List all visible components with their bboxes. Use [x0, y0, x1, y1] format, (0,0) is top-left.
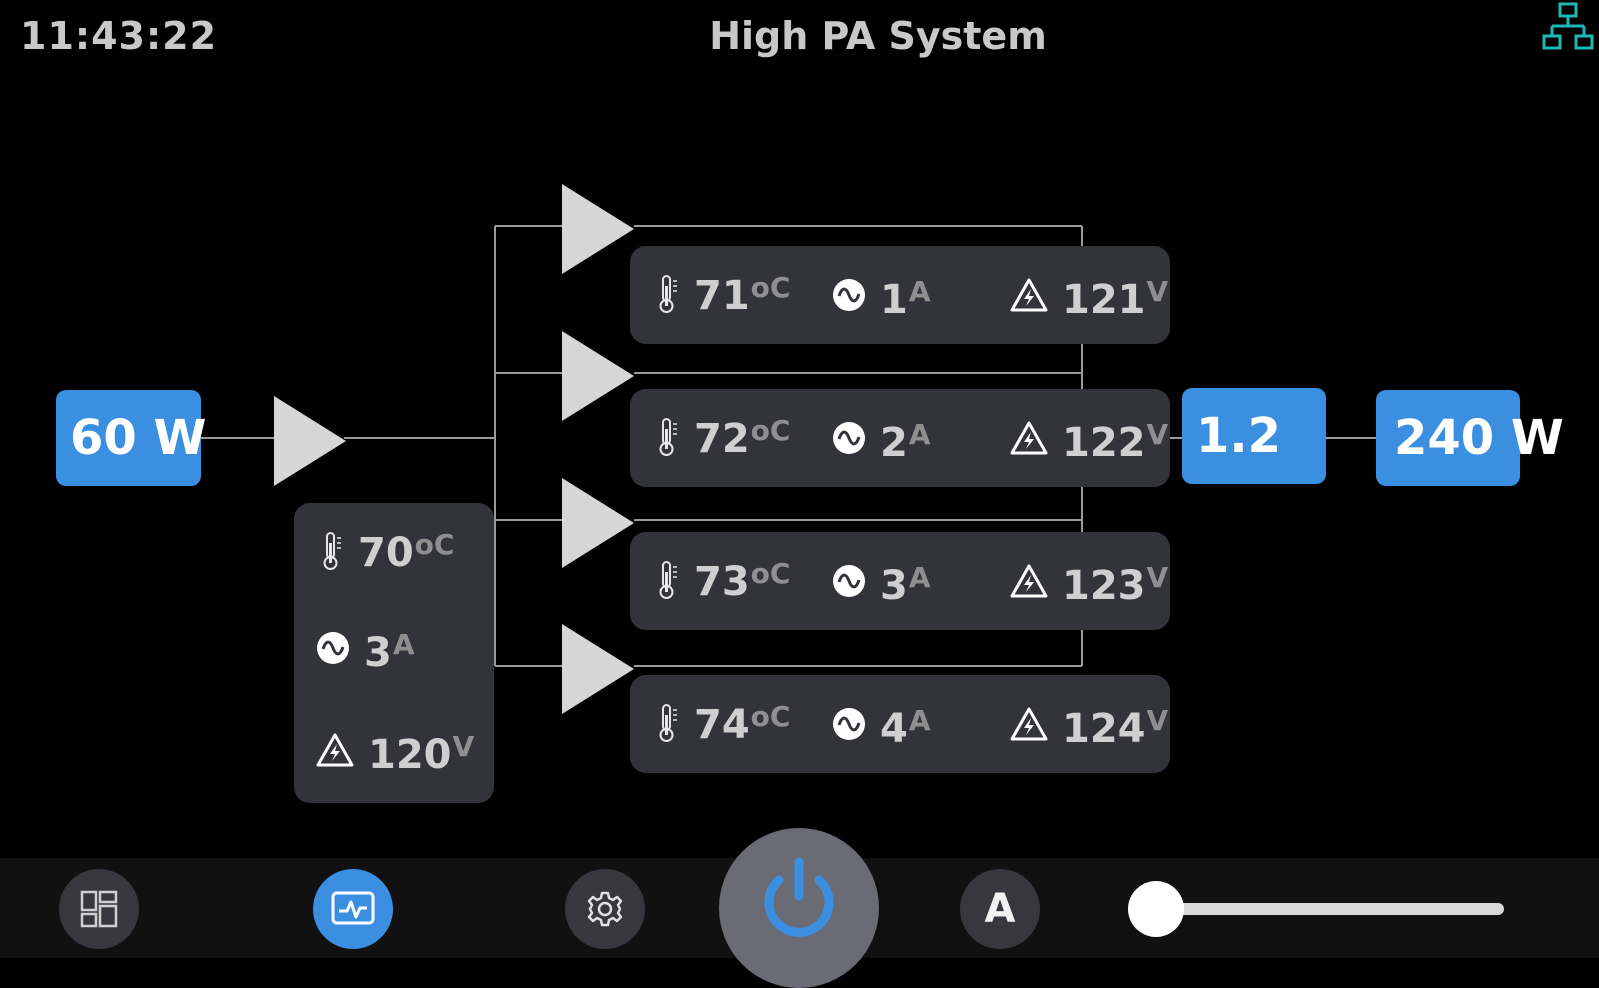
- ac-current-icon: [833, 422, 865, 454]
- thermometer-icon: [659, 418, 677, 456]
- temperature-reading: 72 oC: [654, 417, 790, 461]
- driver-amplifier-icon: [274, 396, 346, 486]
- voltage-reading: 122 V: [1010, 421, 1168, 465]
- current-value: 3: [364, 630, 392, 676]
- temperature-value: 73: [694, 559, 750, 605]
- temperature-value: 71: [694, 273, 750, 319]
- combiner-value-box: 1.2: [1182, 388, 1326, 484]
- temperature-unit: oC: [750, 271, 791, 304]
- ac-current-icon: [833, 279, 865, 311]
- temperature-value: 70: [358, 530, 414, 576]
- slider-knob[interactable]: [1128, 881, 1184, 937]
- monitor-pulse-icon: [331, 891, 375, 925]
- ac-current-icon: [833, 565, 865, 597]
- current-unit: A: [908, 418, 931, 451]
- voltage-unit: V: [452, 730, 475, 763]
- voltage-value: 120: [368, 732, 452, 778]
- temperature-reading: 74 oC: [654, 703, 790, 747]
- temperature-reading: 70 oC: [318, 531, 454, 575]
- voltage-value: 123: [1062, 563, 1146, 609]
- power-icon: [764, 857, 834, 937]
- high-voltage-warning-icon: [1010, 421, 1048, 455]
- current-value: 4: [880, 706, 908, 752]
- voltage-value: 121: [1062, 277, 1146, 323]
- voltage-unit: V: [1146, 275, 1169, 308]
- monitor-button[interactable]: [313, 869, 393, 949]
- voltage-reading: 120 V: [316, 733, 474, 777]
- current-reading: 3A: [832, 564, 931, 608]
- ac-current-icon: [317, 632, 349, 664]
- pa-amplifier-icon-4: [562, 624, 634, 714]
- high-voltage-warning-icon: [1010, 278, 1048, 312]
- temperature-unit: oC: [414, 528, 455, 561]
- current-value: 1: [880, 277, 908, 323]
- dashboard-button[interactable]: [59, 869, 139, 949]
- slider-track[interactable]: [1150, 903, 1504, 915]
- current-reading: 2A: [832, 421, 931, 465]
- current-value: 2: [880, 420, 908, 466]
- pa-amplifier-icon-3: [562, 478, 634, 568]
- current-unit: A: [392, 628, 415, 661]
- temperature-reading: 73 oC: [654, 560, 790, 604]
- voltage-unit: V: [1146, 704, 1169, 737]
- pa-amplifier-icon-1: [562, 184, 634, 274]
- current-reading: 1A: [832, 278, 931, 322]
- temperature-reading: 71 oC: [654, 274, 790, 318]
- dashboard-layout-icon: [80, 890, 118, 928]
- current-value: 3: [880, 563, 908, 609]
- pa-amplifier-icon-2: [562, 331, 634, 421]
- temperature-unit: oC: [750, 557, 791, 590]
- settings-button[interactable]: [565, 869, 645, 949]
- high-voltage-warning-icon: [316, 733, 354, 767]
- voltage-unit: V: [1146, 418, 1169, 451]
- thermometer-icon: [659, 704, 677, 742]
- current-unit: A: [908, 275, 931, 308]
- thermometer-icon: [659, 275, 677, 313]
- temperature-unit: oC: [750, 414, 791, 447]
- pa-stage-panel-1: 71 oC 1A 121 V: [630, 246, 1170, 344]
- output-power-box: 240 W: [1376, 390, 1564, 486]
- input-power-box: 60 W: [56, 390, 206, 486]
- voltage-value: 122: [1062, 420, 1146, 466]
- voltage-reading: 123 V: [1010, 564, 1168, 608]
- voltage-value: 124: [1062, 706, 1146, 752]
- auto-mode-button[interactable]: A: [960, 869, 1040, 949]
- voltage-reading: 121 V: [1010, 278, 1168, 322]
- ac-current-icon: [833, 708, 865, 740]
- voltage-reading: 124 V: [1010, 707, 1168, 751]
- gear-icon: [587, 891, 623, 927]
- thermometer-icon: [323, 532, 341, 570]
- pa-stage-panel-4: 74 oC 4A 124 V: [630, 675, 1170, 773]
- current-unit: A: [908, 561, 931, 594]
- voltage-unit: V: [1146, 561, 1169, 594]
- driver-stage-panel: 70 oC 3A 120 V: [294, 503, 494, 803]
- temperature-unit: oC: [750, 700, 791, 733]
- current-reading: 4A: [832, 707, 931, 751]
- pa-stage-panel-3: 73 oC 3A 123 V: [630, 532, 1170, 630]
- high-voltage-warning-icon: [1010, 564, 1048, 598]
- high-voltage-warning-icon: [1010, 707, 1048, 741]
- thermometer-icon: [659, 561, 677, 599]
- current-reading: 3A: [316, 631, 415, 675]
- power-button[interactable]: [719, 828, 879, 988]
- temperature-value: 72: [694, 416, 750, 462]
- pa-stage-panel-2: 72 oC 2A 122 V: [630, 389, 1170, 487]
- current-unit: A: [908, 704, 931, 737]
- auto-mode-label: A: [984, 886, 1016, 932]
- temperature-value: 74: [694, 702, 750, 748]
